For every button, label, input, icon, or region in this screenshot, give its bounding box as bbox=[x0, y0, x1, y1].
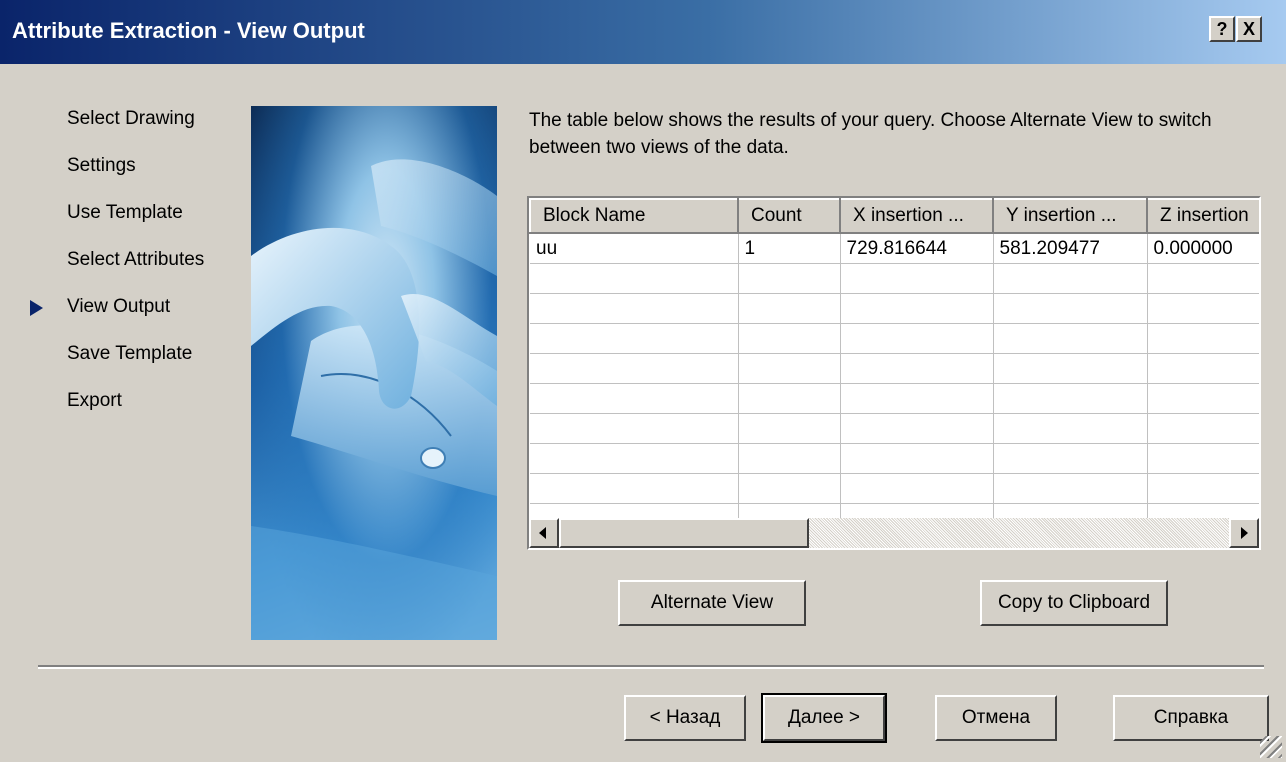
button-label: Справка bbox=[1153, 707, 1229, 728]
step-label: Select Attributes bbox=[67, 249, 205, 270]
table-row bbox=[530, 383, 1259, 414]
table-row bbox=[530, 413, 1259, 444]
triangle-right-icon bbox=[30, 300, 43, 316]
table-row bbox=[530, 473, 1259, 504]
wizard-illustration bbox=[251, 106, 497, 640]
cell-block-name[interactable]: uu bbox=[530, 233, 739, 264]
step-label: Settings bbox=[67, 155, 136, 176]
button-label: Alternate View bbox=[650, 592, 774, 613]
cell-count[interactable]: 1 bbox=[738, 233, 841, 264]
step-label: Export bbox=[67, 390, 122, 411]
table-row bbox=[530, 263, 1259, 294]
resize-grip-icon[interactable] bbox=[1260, 736, 1282, 758]
button-label: < Назад bbox=[649, 707, 721, 728]
help-button[interactable]: Справка bbox=[1113, 695, 1269, 741]
column-header-count[interactable]: Count bbox=[737, 198, 841, 234]
step-label: Use Template bbox=[67, 202, 183, 223]
column-header-z-insertion[interactable]: Z insertion bbox=[1146, 198, 1259, 234]
back-button[interactable]: < Назад bbox=[624, 695, 746, 741]
column-header-block-name[interactable]: Block Name bbox=[529, 198, 739, 234]
separator bbox=[38, 665, 1264, 669]
column-header-x-insertion[interactable]: X insertion ... bbox=[839, 198, 994, 234]
window-title: Attribute Extraction - View Output bbox=[12, 18, 365, 43]
cell-z-insertion[interactable]: 0.000000 bbox=[1147, 233, 1259, 264]
step-label: Save Template bbox=[67, 343, 193, 364]
intro-text: The table below shows the results of you… bbox=[529, 110, 1212, 158]
results-table: Block Name Count X insertion ... Y inser… bbox=[529, 198, 1259, 534]
step-use-template: Use Template bbox=[30, 200, 250, 247]
cell-x-insertion[interactable]: 729.816644 bbox=[840, 233, 994, 264]
step-label: Select Drawing bbox=[67, 108, 195, 129]
cancel-button[interactable]: Отмена bbox=[935, 695, 1057, 741]
wizard-steps: Select Drawing Settings Use Template Sel… bbox=[30, 106, 250, 435]
scroll-left-button[interactable] bbox=[529, 518, 559, 548]
cell-y-insertion[interactable]: 581.209477 bbox=[993, 233, 1148, 264]
step-view-output: View Output bbox=[30, 294, 250, 341]
hand-mouse-illustration bbox=[251, 159, 497, 640]
table-row bbox=[530, 293, 1259, 324]
table-row bbox=[530, 353, 1259, 384]
step-settings: Settings bbox=[30, 153, 250, 200]
next-button[interactable]: Далее > bbox=[761, 693, 887, 743]
results-grid[interactable]: Block Name Count X insertion ... Y inser… bbox=[527, 196, 1261, 550]
close-button[interactable]: X bbox=[1236, 16, 1262, 42]
column-header-y-insertion[interactable]: Y insertion ... bbox=[992, 198, 1148, 234]
table-row[interactable]: uu 1 729.816644 581.209477 0.000000 bbox=[530, 233, 1259, 264]
copy-to-clipboard-button[interactable]: Copy to Clipboard bbox=[980, 580, 1168, 626]
scroll-right-arrow-icon bbox=[1241, 527, 1248, 539]
scrollbar-thumb[interactable] bbox=[559, 518, 809, 548]
button-label: Copy to Clipboard bbox=[997, 592, 1151, 613]
scroll-left-arrow-icon bbox=[539, 527, 546, 539]
table-row bbox=[530, 323, 1259, 354]
step-save-template: Save Template bbox=[30, 341, 250, 388]
title-bar[interactable]: Attribute Extraction - View Output ? X bbox=[0, 0, 1286, 64]
step-export: Export bbox=[30, 388, 250, 435]
step-label: View Output bbox=[67, 296, 171, 317]
alternate-view-button[interactable]: Alternate View bbox=[618, 580, 806, 626]
button-label: Отмена bbox=[961, 707, 1031, 728]
button-label: Далее > bbox=[787, 707, 861, 728]
step-select-attributes: Select Attributes bbox=[30, 247, 250, 294]
horizontal-scrollbar[interactable] bbox=[529, 518, 1259, 548]
step-select-drawing: Select Drawing bbox=[30, 106, 250, 153]
scroll-right-button[interactable] bbox=[1229, 518, 1259, 548]
help-title-button[interactable]: ? bbox=[1209, 16, 1235, 42]
table-row bbox=[530, 443, 1259, 474]
